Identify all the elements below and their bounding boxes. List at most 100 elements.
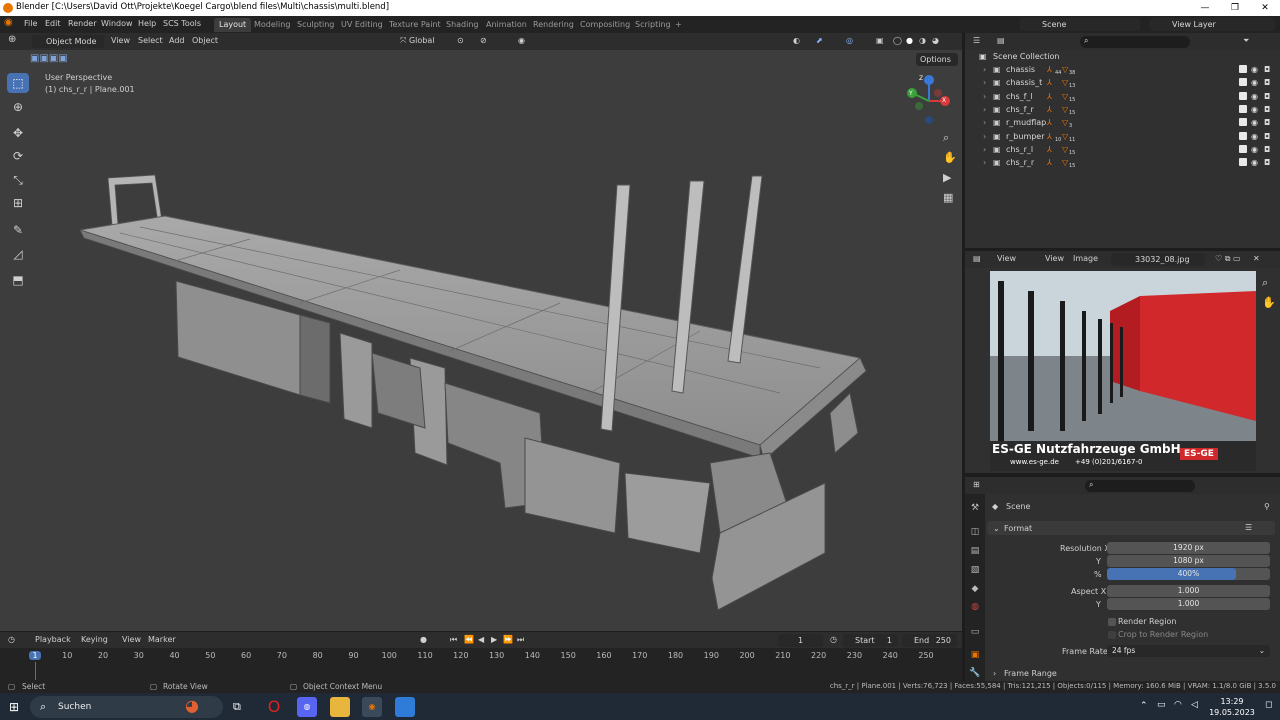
pin-icon[interactable]: ⚲ bbox=[1264, 502, 1270, 511]
options-dropdown[interactable]: Options bbox=[916, 53, 958, 66]
scale-tool[interactable]: ⤡ bbox=[7, 170, 29, 190]
opera-icon[interactable]: O bbox=[264, 697, 284, 717]
file-explorer-icon[interactable] bbox=[330, 697, 350, 717]
tab-animation[interactable]: Animation bbox=[481, 18, 532, 32]
camera-icon[interactable]: ◘ bbox=[1264, 65, 1270, 74]
tab-compositing[interactable]: Compositing bbox=[575, 18, 635, 32]
image-editor-menu-view[interactable]: View bbox=[1045, 254, 1064, 263]
move-tool[interactable]: ✥ bbox=[7, 123, 29, 143]
timeline-editor-icon[interactable]: ◷ bbox=[8, 635, 15, 644]
outliner-item-chs_r_l[interactable]: › ▣ chs_r_l ⅄ ▽ 15 ◉ ◘ bbox=[965, 144, 1280, 157]
exclude-checkbox[interactable] bbox=[1239, 91, 1247, 100]
frame-range-section-label[interactable]: Frame Range bbox=[1004, 669, 1057, 678]
record-button[interactable]: ● bbox=[420, 635, 427, 644]
tab-scripting[interactable]: Scripting bbox=[630, 18, 676, 32]
disclosure-triangle-icon[interactable]: › bbox=[983, 132, 986, 141]
tab-texture-paint[interactable]: Texture Paint bbox=[384, 18, 446, 32]
exclude-checkbox[interactable] bbox=[1239, 104, 1247, 113]
navigation-gizmo[interactable] bbox=[905, 73, 955, 128]
outliner-item-chs_f_r[interactable]: › ▣ chs_f_r ⅄ ▽ 15 ◉ ◘ bbox=[965, 104, 1280, 117]
pan-hand-icon[interactable]: ✋ bbox=[943, 151, 957, 164]
outliner-root[interactable]: ▣ Scene Collection bbox=[965, 51, 1280, 64]
exclude-checkbox[interactable] bbox=[1239, 78, 1247, 87]
object-tab-icon[interactable]: ▣ bbox=[969, 650, 981, 662]
transform-orientation-dropdown[interactable]: ⤧ Global bbox=[400, 36, 434, 46]
proportional-edit-icon[interactable]: ◉ bbox=[518, 36, 525, 45]
frame-rate-dropdown[interactable]: 24 fps ⌄ bbox=[1107, 645, 1270, 657]
end-frame-field[interactable]: End 250 bbox=[902, 634, 957, 647]
transform-tool[interactable]: ⊞ bbox=[7, 193, 29, 213]
properties-editor-icon[interactable]: ⊞ bbox=[973, 480, 980, 489]
tab-sculpting[interactable]: Sculpting bbox=[292, 18, 339, 32]
resolution-x-field[interactable]: 1920 px bbox=[1107, 542, 1270, 554]
add-workspace-button[interactable]: + bbox=[670, 18, 687, 32]
3d-viewport[interactable]: ⊕ Object Mode View Select Add Object ⤧ G… bbox=[0, 33, 962, 631]
network-icon[interactable]: ▭ bbox=[1157, 700, 1166, 710]
add-cube-tool[interactable]: ⬒ bbox=[7, 270, 29, 290]
ortho-grid-icon[interactable]: ▦ bbox=[943, 191, 953, 204]
eye-icon[interactable]: ◉ bbox=[1251, 92, 1258, 101]
filter-icon[interactable]: ⏷ bbox=[1243, 36, 1249, 46]
xray-icon[interactable]: ▣ bbox=[876, 36, 884, 45]
menu-edit[interactable]: Edit bbox=[45, 19, 61, 28]
disclosure-triangle-icon[interactable]: › bbox=[983, 65, 986, 74]
eye-icon[interactable]: ◉ bbox=[1251, 105, 1258, 114]
outliner-item-chs_r_r[interactable]: › ▣ chs_r_r ⅄ ▽ 15 ◉ ◘ bbox=[965, 157, 1280, 170]
close-window-button[interactable]: ✕ bbox=[1250, 0, 1280, 16]
disclosure-triangle-icon[interactable]: › bbox=[983, 158, 986, 167]
menu-render[interactable]: Render bbox=[68, 19, 96, 28]
annotate-tool[interactable]: ✎ bbox=[7, 220, 29, 240]
viewport-menu-object[interactable]: Object bbox=[192, 36, 218, 45]
image-zoom-icon[interactable]: ⌕ bbox=[1262, 276, 1268, 290]
rotate-tool[interactable]: ⟳ bbox=[7, 146, 29, 166]
disclosure-triangle-icon[interactable]: › bbox=[983, 92, 986, 101]
jump-end-icon[interactable]: ⏭ bbox=[517, 635, 524, 645]
render-tab-icon[interactable]: ◫ bbox=[969, 527, 981, 539]
next-keyframe-icon[interactable]: ⏩ bbox=[503, 635, 513, 644]
current-frame-field[interactable]: 1 bbox=[778, 634, 823, 647]
tab-modeling[interactable]: Modeling bbox=[249, 18, 295, 32]
tool-tab-icon[interactable]: ⚒ bbox=[969, 503, 981, 515]
exclude-checkbox[interactable] bbox=[1239, 144, 1247, 153]
rendered-shading-icon[interactable]: ◕ bbox=[932, 36, 939, 45]
windows-start-icon[interactable]: ⊞ bbox=[9, 700, 19, 714]
timeline-ruler[interactable]: 1 10 20 30 40 50 60 70 80 90 100 110 120 130 140 150 160… bbox=[0, 650, 962, 680]
outliner-item-chassis[interactable]: › ▣ chassis ⅄ 44 ▽ 38 ◉ ◘ bbox=[965, 64, 1280, 77]
exclude-checkbox[interactable] bbox=[1239, 65, 1247, 73]
prev-keyframe-icon[interactable]: ⏪ bbox=[464, 635, 474, 644]
tab-shading[interactable]: Shading bbox=[441, 18, 484, 32]
camera-icon[interactable]: ◘ bbox=[1264, 92, 1270, 101]
solid-shading-icon[interactable]: ● bbox=[906, 36, 913, 45]
timeline-menu-keying[interactable]: Keying bbox=[81, 635, 108, 644]
outliner-editor-icon[interactable]: ☰ bbox=[973, 36, 980, 45]
view-layer-tab-icon[interactable]: ▧ bbox=[969, 565, 981, 577]
image-selector[interactable]: 33032_08.jpg bbox=[1111, 253, 1205, 266]
tab-rendering[interactable]: Rendering bbox=[528, 18, 579, 32]
camera-icon[interactable]: ◘ bbox=[1264, 132, 1270, 141]
image-pin-icon[interactable]: ♡ ⧉ ▭ bbox=[1215, 254, 1241, 264]
clock-time[interactable]: 13:29 bbox=[1212, 697, 1252, 706]
gizmo-toggle-icon[interactable]: ⬈ bbox=[816, 36, 823, 45]
play-icon[interactable]: ▶ bbox=[491, 635, 497, 644]
play-reverse-icon[interactable]: ◀ bbox=[478, 635, 484, 644]
menu-help[interactable]: Help bbox=[138, 19, 156, 28]
viewport-menu-view[interactable]: View bbox=[111, 36, 130, 45]
exclude-checkbox[interactable] bbox=[1239, 118, 1247, 127]
aspect-y-field[interactable]: 1.000 bbox=[1107, 598, 1270, 610]
playhead[interactable]: 1 bbox=[29, 651, 41, 660]
outliner-item-r_bumper[interactable]: › ▣ r_bumper ⅄ 10 ▽ 11 ◉ ◘ bbox=[965, 131, 1280, 144]
overlay-toggle-icon[interactable]: ◎ bbox=[846, 36, 853, 45]
presets-list-icon[interactable]: ☰ bbox=[1245, 523, 1252, 532]
timeline-menu-view[interactable]: View bbox=[122, 635, 141, 644]
resolution-y-field[interactable]: 1080 px bbox=[1107, 555, 1270, 567]
wireframe-shading-icon[interactable]: ◯ bbox=[893, 36, 902, 45]
start-frame-field[interactable]: Start 1 bbox=[843, 634, 898, 647]
camera-icon[interactable]: ◘ bbox=[1264, 105, 1270, 114]
notification-icon[interactable]: ◻ bbox=[1265, 700, 1272, 710]
viewport-menu-add[interactable]: Add bbox=[169, 36, 185, 45]
viewport-menu-select[interactable]: Select bbox=[138, 36, 163, 45]
properties-search-input[interactable]: ⌕ bbox=[1085, 480, 1195, 492]
image-pan-icon[interactable]: ✋ bbox=[1262, 296, 1276, 309]
clock-date[interactable]: 19.05.2023 bbox=[1202, 708, 1262, 717]
jump-start-icon[interactable]: ⏮ bbox=[450, 635, 457, 645]
